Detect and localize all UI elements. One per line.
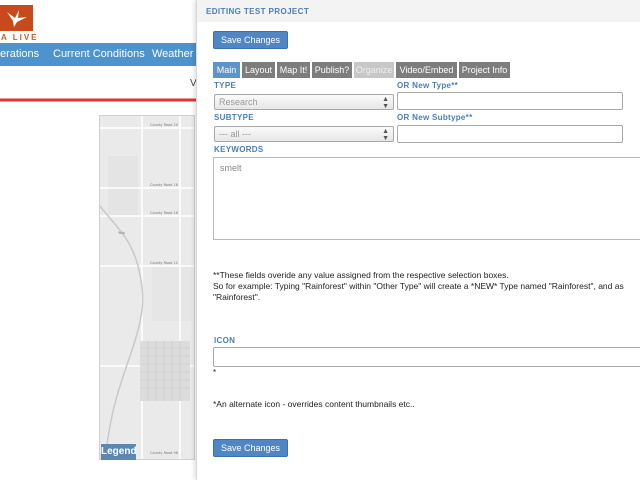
- tab-project-info[interactable]: Project Info: [459, 62, 511, 78]
- save-changes-button-top[interactable]: Save Changes: [213, 31, 288, 49]
- override-example: So for example: Typing "Rainforest" with…: [213, 281, 624, 291]
- type-select-value: Research: [219, 97, 258, 107]
- icon-label: ICON: [214, 336, 236, 345]
- map-label: County Road 12: [150, 261, 178, 265]
- map-legend-button[interactable]: Legend: [101, 444, 137, 460]
- tab-organize[interactable]: Organize: [354, 62, 395, 78]
- map-view[interactable]: County Road 20 County Road 18 County Roa…: [99, 115, 195, 460]
- keywords-label: KEYWORDS: [214, 145, 264, 154]
- new-type-label: OR New Type**: [397, 81, 459, 90]
- override-example-cont: "Rainforest".: [213, 292, 261, 302]
- select-arrows-icon: ▲ ▼: [382, 96, 389, 110]
- logo-text: A LIVE: [1, 33, 39, 42]
- map-roads: County Road 20 County Road 18 County Roa…: [100, 116, 194, 459]
- keywords-textarea[interactable]: smelt: [213, 157, 640, 240]
- type-label: TYPE: [214, 81, 237, 90]
- subtype-select-value: --- all ---: [219, 129, 251, 139]
- tab-publish[interactable]: Publish?: [312, 62, 353, 78]
- edit-project-panel: EDITING TEST PROJECT Save Changes Main L…: [196, 0, 640, 480]
- map-label: Yolo: [118, 231, 125, 235]
- site-logo[interactable]: [0, 5, 33, 31]
- map-label: County Road 98: [150, 451, 178, 455]
- icon-input[interactable]: [213, 347, 640, 367]
- map-label: County Road 20: [150, 123, 178, 127]
- subtype-select[interactable]: --- all --- ▲ ▼: [214, 126, 394, 142]
- new-type-input[interactable]: [397, 92, 623, 110]
- subtype-label: SUBTYPE: [214, 113, 254, 122]
- icon-note: *An alternate icon - overrides content t…: [213, 399, 415, 409]
- nav-item-current-conditions[interactable]: Current Conditions: [53, 48, 145, 60]
- icon-marker: *: [213, 368, 217, 377]
- tab-video-embed[interactable]: Video/Embed: [396, 62, 458, 78]
- new-subtype-label: OR New Subtype**: [397, 113, 473, 122]
- nav-item-operations[interactable]: erations: [0, 48, 39, 60]
- new-subtype-input[interactable]: [397, 125, 623, 143]
- nav-item-weather[interactable]: Weather a: [152, 48, 203, 60]
- tab-main[interactable]: Main: [213, 62, 241, 78]
- tab-map-it[interactable]: Map It!: [277, 62, 311, 78]
- select-arrows-icon: ▲ ▼: [382, 128, 389, 142]
- panel-title: EDITING TEST PROJECT: [206, 7, 310, 16]
- map-label: County Road 16: [150, 211, 178, 215]
- tab-layout[interactable]: Layout: [242, 62, 276, 78]
- bird-logo-icon: [7, 10, 27, 27]
- annotation-arrow-icon: [0, 94, 210, 106]
- save-changes-button-bottom[interactable]: Save Changes: [213, 439, 288, 457]
- panel-header: EDITING TEST PROJECT: [197, 0, 640, 22]
- type-select[interactable]: Research ▲ ▼: [214, 94, 394, 110]
- override-note: **These fields overide any value assigne…: [213, 270, 509, 280]
- map-label: County Road 18: [150, 183, 178, 187]
